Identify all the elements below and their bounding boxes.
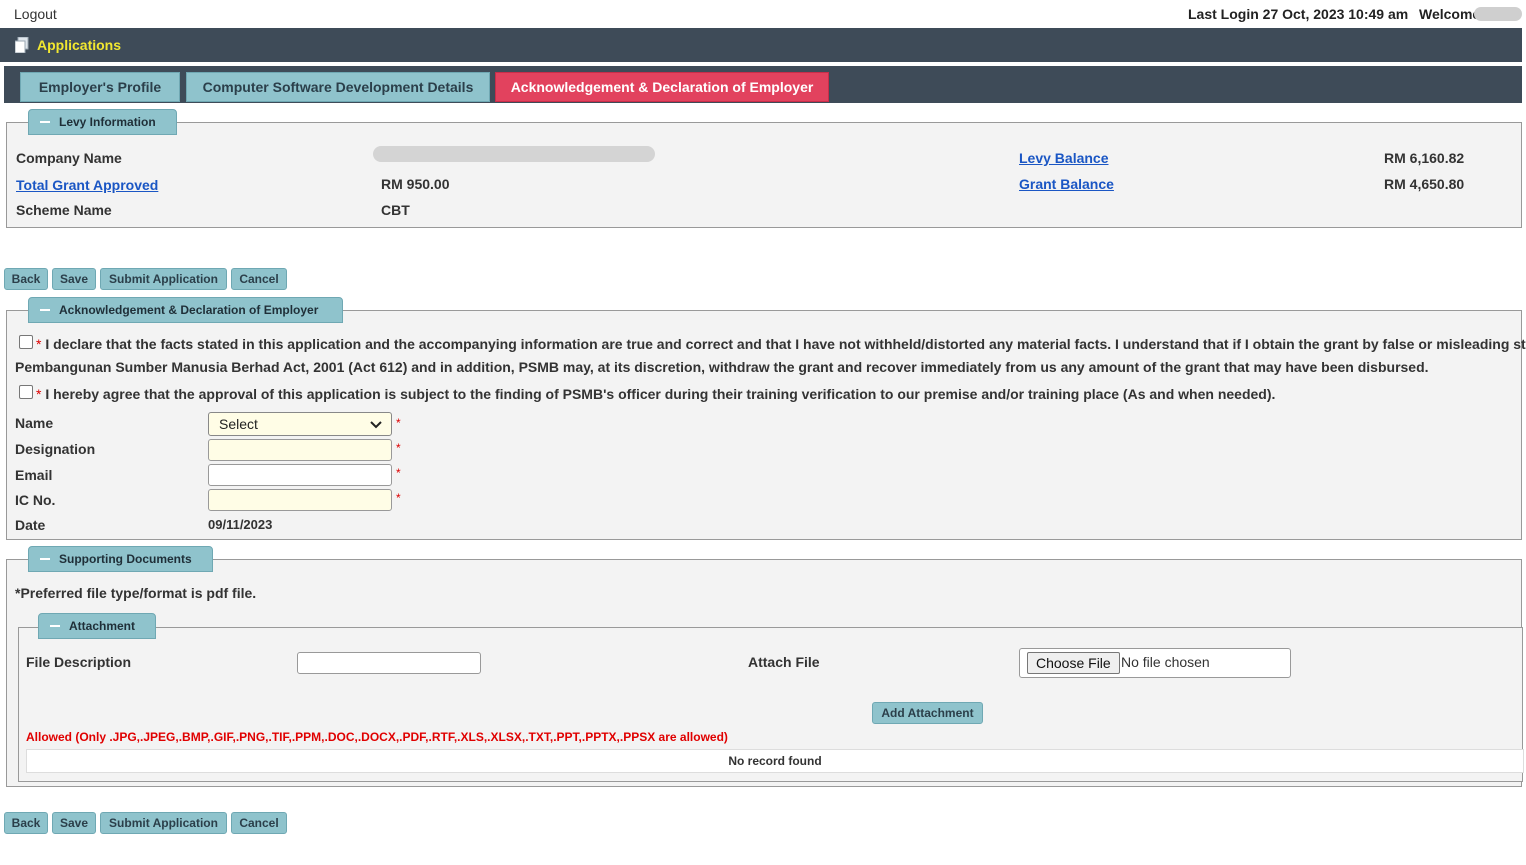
cancel-button[interactable]: Cancel — [231, 268, 287, 290]
declaration-checkbox-1[interactable] — [19, 335, 33, 349]
file-picker[interactable]: Choose File No file chosen — [1019, 648, 1291, 678]
preferred-file-type-note: *Preferred file type/format is pdf file. — [15, 585, 257, 601]
date-label: Date — [15, 517, 46, 533]
levy-information-section: Company Name Total Grant Approved RM 950… — [6, 122, 1522, 228]
name-label: Name — [15, 415, 54, 431]
add-attachment-button[interactable]: Add Attachment — [872, 702, 983, 724]
collapse-icon — [40, 558, 50, 560]
no-file-chosen-text: No file chosen — [1121, 654, 1210, 670]
collapse-icon — [40, 309, 50, 311]
ic-no-input[interactable] — [208, 489, 392, 511]
cancel-button[interactable]: Cancel — [231, 812, 287, 834]
designation-input[interactable] — [208, 439, 392, 461]
tab-software-development-details[interactable]: Computer Software Development Details — [186, 72, 490, 102]
back-button[interactable]: Back — [4, 812, 48, 834]
grant-balance-link[interactable]: Grant Balance — [1019, 176, 1114, 192]
back-button[interactable]: Back — [4, 268, 48, 290]
page-title: Applications — [37, 37, 122, 53]
total-grant-approved-link[interactable]: Total Grant Approved — [16, 177, 158, 193]
tab-strip: Employer's Profile Computer Software Dev… — [4, 66, 1522, 103]
attachment-title: Attachment — [69, 619, 136, 633]
tab-employers-profile[interactable]: Employer's Profile — [20, 72, 180, 102]
allowed-file-types-text: Allowed (Only .JPG,.JPEG,.BMP,.GIF,.PNG,… — [26, 730, 728, 744]
declaration-checkbox-2[interactable] — [19, 385, 33, 399]
supporting-documents-section: *Preferred file type/format is pdf file.… — [6, 559, 1524, 787]
document-icon — [15, 37, 29, 53]
save-button[interactable]: Save — [52, 812, 96, 834]
submit-application-button[interactable]: Submit Application — [100, 268, 227, 290]
application-header: Applications — [0, 28, 1522, 62]
welcome-text: Welcome — [1419, 6, 1481, 22]
supporting-documents-title: Supporting Documents — [59, 552, 192, 566]
declaration-statement-2: * I hereby agree that the approval of th… — [36, 386, 1276, 402]
grant-balance-value: RM 4,650.80 — [1384, 176, 1465, 192]
submit-application-button[interactable]: Submit Application — [100, 812, 227, 834]
ic-no-label: IC No. — [15, 492, 56, 508]
file-description-input[interactable] — [297, 652, 481, 674]
declaration-statement-1: * I declare that the facts stated in thi… — [36, 336, 1526, 352]
required-marker: * — [396, 466, 401, 480]
tab-acknowledgement-declaration[interactable]: Acknowledgement & Declaration of Employe… — [495, 72, 829, 102]
collapse-icon — [40, 121, 50, 123]
redacted-company-name — [373, 146, 655, 162]
levy-balance-link[interactable]: Levy Balance — [1019, 150, 1109, 166]
email-label: Email — [15, 467, 53, 483]
declaration-statement-1-continued: Pembangunan Sumber Manusia Berhad Act, 2… — [15, 359, 1429, 375]
declaration-legend[interactable]: Acknowledgement & Declaration of Employe… — [28, 297, 343, 323]
collapse-icon — [50, 625, 60, 627]
levy-information-title: Levy Information — [59, 115, 156, 129]
email-input[interactable] — [208, 464, 392, 486]
scheme-name-value: CBT — [381, 202, 410, 218]
save-button[interactable]: Save — [52, 268, 96, 290]
attach-file-label: Attach File — [748, 654, 820, 670]
levy-information-legend[interactable]: Levy Information — [28, 109, 177, 135]
last-login-text: Last Login 27 Oct, 2023 10:49 am — [1188, 6, 1409, 22]
company-name-label: Company Name — [16, 150, 122, 166]
required-marker: * — [396, 491, 401, 505]
levy-balance-value: RM 6,160.82 — [1384, 150, 1465, 166]
attachment-section: File Description Attach File Choose File… — [18, 627, 1524, 782]
scheme-name-label: Scheme Name — [16, 202, 112, 218]
redacted-user-name — [1474, 7, 1522, 21]
total-grant-approved-value: RM 950.00 — [381, 176, 450, 192]
choose-file-button[interactable]: Choose File — [1027, 652, 1120, 674]
chevron-down-icon — [370, 421, 382, 429]
attachment-legend[interactable]: Attachment — [38, 613, 156, 639]
required-marker: * — [396, 441, 401, 455]
declaration-title: Acknowledgement & Declaration of Employe… — [59, 303, 319, 317]
top-bar: Logout Last Login 27 Oct, 2023 10:49 am … — [0, 0, 1526, 28]
name-select[interactable]: Select — [208, 412, 392, 436]
declaration-section: * I declare that the facts stated in thi… — [6, 310, 1526, 540]
date-value: 09/11/2023 — [208, 517, 273, 532]
designation-label: Designation — [15, 441, 96, 457]
logout-link[interactable]: Logout — [14, 6, 57, 22]
required-marker: * — [396, 416, 401, 430]
file-description-label: File Description — [26, 654, 132, 670]
supporting-documents-legend[interactable]: Supporting Documents — [28, 546, 213, 572]
no-record-row: No record found — [26, 749, 1524, 773]
